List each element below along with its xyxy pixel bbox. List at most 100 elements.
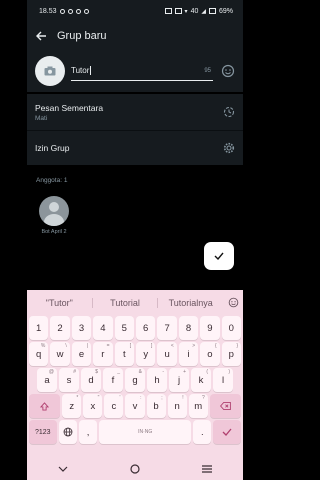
key-alt-label: ( xyxy=(206,369,208,375)
key-alt-label: ! xyxy=(182,395,184,401)
members-count-label: Anggota: 1 xyxy=(36,177,68,184)
key-label: c xyxy=(111,400,117,412)
key-label: e xyxy=(78,348,85,360)
letter-row-1: q% w \ e | r = t[y] u < i > o{p} xyxy=(27,342,243,366)
confirm-button[interactable] xyxy=(204,242,234,270)
key-a[interactable]: a @ xyxy=(37,368,57,392)
timer-icon xyxy=(223,106,235,118)
key-5[interactable]: 5 xyxy=(114,316,134,340)
key-label: f xyxy=(111,374,115,386)
comma-key[interactable]: , xyxy=(78,420,98,444)
key-k[interactable]: k( xyxy=(191,368,211,392)
checkmark-icon xyxy=(214,252,224,260)
setting-title: Pesan Sementara xyxy=(35,102,104,113)
suggestion-item[interactable]: Tutorialnya xyxy=(158,298,223,308)
group-name-row: Tutor 95 xyxy=(27,50,243,92)
letter-row-3: z * x " c ' v: b; n! m? xyxy=(27,394,243,418)
key-y[interactable]: y] xyxy=(136,342,156,366)
key-p[interactable]: p} xyxy=(221,342,242,366)
symbols-key[interactable]: ?123 xyxy=(29,420,57,444)
key-l[interactable]: l) xyxy=(213,368,233,392)
key-label: 0 xyxy=(228,322,234,334)
key-c[interactable]: c ' xyxy=(104,394,124,418)
disappearing-messages-item[interactable]: Pesan Sementara Mati xyxy=(27,94,243,130)
key-z[interactable]: z * xyxy=(62,394,82,418)
key-h[interactable]: h- xyxy=(147,368,167,392)
member-name: Bot April 2 xyxy=(41,229,67,235)
key-i[interactable]: i > xyxy=(178,342,199,366)
emoji-keyboard-icon[interactable] xyxy=(223,297,243,310)
suggestion-item[interactable]: Tutorial xyxy=(93,298,158,308)
key-label: i xyxy=(187,348,190,360)
key-alt-label: { xyxy=(214,343,217,349)
battery-icon xyxy=(208,8,216,14)
key-label: 5 xyxy=(121,322,127,334)
key-6[interactable]: 6 xyxy=(136,316,156,340)
key-w[interactable]: w \ xyxy=(50,342,70,366)
whatsapp-icon xyxy=(67,8,73,14)
key-s[interactable]: s # xyxy=(59,368,79,392)
key-label: r xyxy=(101,348,105,360)
key-3[interactable]: 3 xyxy=(71,316,92,340)
backspace-key[interactable] xyxy=(209,394,241,418)
status-bar: 18.53 ▾ 40 ◢ 69% xyxy=(27,0,243,22)
space-key[interactable]: IN·NG xyxy=(99,420,192,444)
key-alt-label: @ xyxy=(48,369,54,375)
key-t[interactable]: t[ xyxy=(114,342,134,366)
language-key[interactable] xyxy=(58,420,77,444)
key-0[interactable]: 0 xyxy=(221,316,242,340)
key-label: 2 xyxy=(57,322,63,334)
char-counter: 95 xyxy=(204,67,211,74)
key-alt-label: } xyxy=(236,343,239,349)
key-label: k xyxy=(198,374,204,386)
key-2[interactable]: 2 xyxy=(50,316,70,340)
key-q[interactable]: q% xyxy=(28,342,49,366)
key-o[interactable]: o{ xyxy=(200,342,220,366)
bottom-row: ?123 , IN·NG . xyxy=(27,420,243,444)
key-m[interactable]: m? xyxy=(188,394,208,418)
key-label: u xyxy=(164,348,170,360)
shift-key[interactable] xyxy=(29,394,61,418)
back-arrow-icon[interactable] xyxy=(35,29,49,43)
suggestion-bar: "Tutor" Tutorial Tutorialnya xyxy=(27,290,243,316)
key-b[interactable]: b; xyxy=(146,394,166,418)
key-r[interactable]: r = xyxy=(93,342,113,366)
camera-icon xyxy=(44,66,56,76)
key-alt-label: \ xyxy=(65,343,67,349)
key-v[interactable]: v: xyxy=(125,394,145,418)
home-icon[interactable] xyxy=(130,463,140,474)
key-1[interactable]: 1 xyxy=(28,316,49,340)
period-key[interactable]: . xyxy=(193,420,212,444)
key-7[interactable]: 7 xyxy=(157,316,177,340)
battery-percent: 69% xyxy=(218,7,233,15)
key-alt-label: - xyxy=(162,369,164,375)
key-g[interactable]: g & xyxy=(125,368,145,392)
key-4[interactable]: 4 xyxy=(93,316,113,340)
key-9[interactable]: 9 xyxy=(200,316,220,340)
suggestion-item[interactable]: "Tutor" xyxy=(27,298,92,308)
setting-subtitle: Mati xyxy=(35,114,48,122)
recent-apps-icon[interactable] xyxy=(202,464,212,473)
key-alt-label: * xyxy=(76,395,79,401)
key-n[interactable]: n! xyxy=(167,394,187,418)
number-row: 1 2 3 4 5 6 7 8 9 0 xyxy=(27,316,243,340)
key-label: 1 xyxy=(36,322,42,334)
member-item[interactable]: Bot April 2 xyxy=(36,196,72,235)
key-u[interactable]: u < xyxy=(157,342,177,366)
key-8[interactable]: 8 xyxy=(178,316,199,340)
key-label: . xyxy=(200,426,204,438)
hide-keyboard-icon[interactable] xyxy=(58,466,68,472)
group-name-input[interactable]: Tutor 95 xyxy=(71,61,213,81)
key-alt-label: | xyxy=(86,343,89,349)
enter-key[interactable] xyxy=(213,420,241,444)
key-d[interactable]: d $ xyxy=(81,368,101,392)
key-x[interactable]: x " xyxy=(83,394,103,418)
key-f[interactable]: f _ xyxy=(103,368,123,392)
group-permissions-item[interactable]: Izin Grup xyxy=(27,131,243,165)
key-j[interactable]: j + xyxy=(169,368,189,392)
key-e[interactable]: e | xyxy=(71,342,92,366)
group-photo-button[interactable] xyxy=(35,56,65,86)
emoji-icon[interactable] xyxy=(221,64,235,78)
key-alt-label: ? xyxy=(201,395,205,401)
key-label: w xyxy=(56,348,64,360)
